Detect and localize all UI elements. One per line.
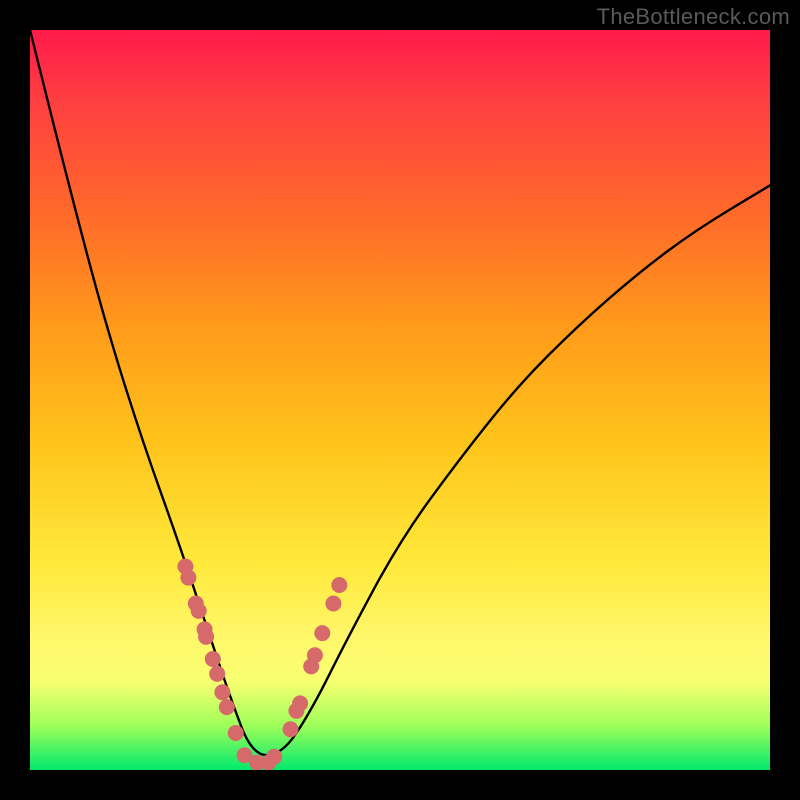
data-point: [209, 666, 225, 682]
chart-stage: TheBottleneck.com: [0, 0, 800, 800]
data-point: [205, 651, 221, 667]
data-point: [214, 684, 230, 700]
watermark-text: TheBottleneck.com: [597, 4, 790, 30]
data-point: [191, 603, 207, 619]
data-point: [314, 625, 330, 641]
data-point: [198, 629, 214, 645]
data-point: [283, 721, 299, 737]
data-point: [266, 749, 282, 765]
data-point: [292, 695, 308, 711]
data-point: [219, 699, 235, 715]
data-point: [228, 725, 244, 741]
plot-area: [30, 30, 770, 770]
data-point: [180, 570, 196, 586]
bottleneck-curve: [30, 30, 770, 770]
data-point: [325, 596, 341, 612]
data-point: [307, 647, 323, 663]
data-point: [331, 577, 347, 593]
